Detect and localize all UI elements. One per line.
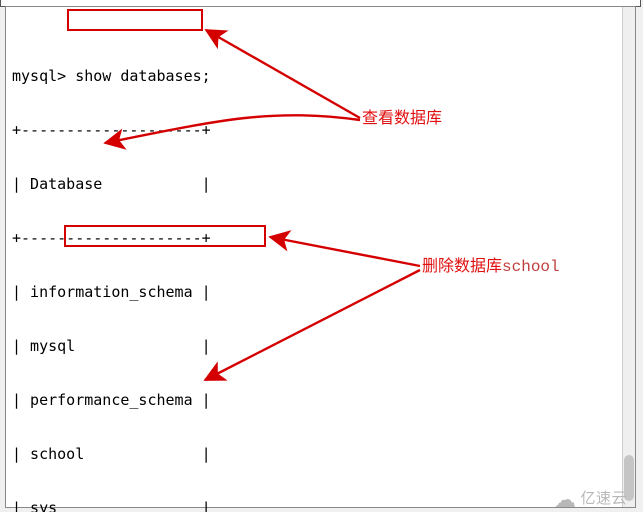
annotation-drop-database: 删除数据库school	[422, 257, 560, 277]
highlight-box-show-databases	[67, 9, 203, 31]
table-row: | performance_schema |	[12, 391, 619, 409]
vertical-scrollbar[interactable]	[622, 7, 635, 507]
table-sep: +--------------------+	[12, 121, 619, 139]
mysql-prompt: mysql>	[12, 67, 66, 85]
table-row: | mysql |	[12, 337, 619, 355]
table-header: | Database |	[12, 175, 619, 193]
table-row: | sys |	[12, 499, 619, 512]
terminal-line: mysql> show databases;	[12, 67, 619, 85]
annotation-show-databases: 查看数据库	[362, 109, 442, 129]
cloud-icon: ☁	[554, 492, 577, 507]
highlight-box-drop-database	[64, 225, 266, 247]
watermark-logo: ☁ 亿速云	[554, 490, 627, 508]
watermark-text: 亿速云	[580, 490, 627, 508]
table-row: | school |	[12, 445, 619, 463]
table-row: | information_schema |	[12, 283, 619, 301]
command-text: show databases;	[75, 67, 210, 85]
